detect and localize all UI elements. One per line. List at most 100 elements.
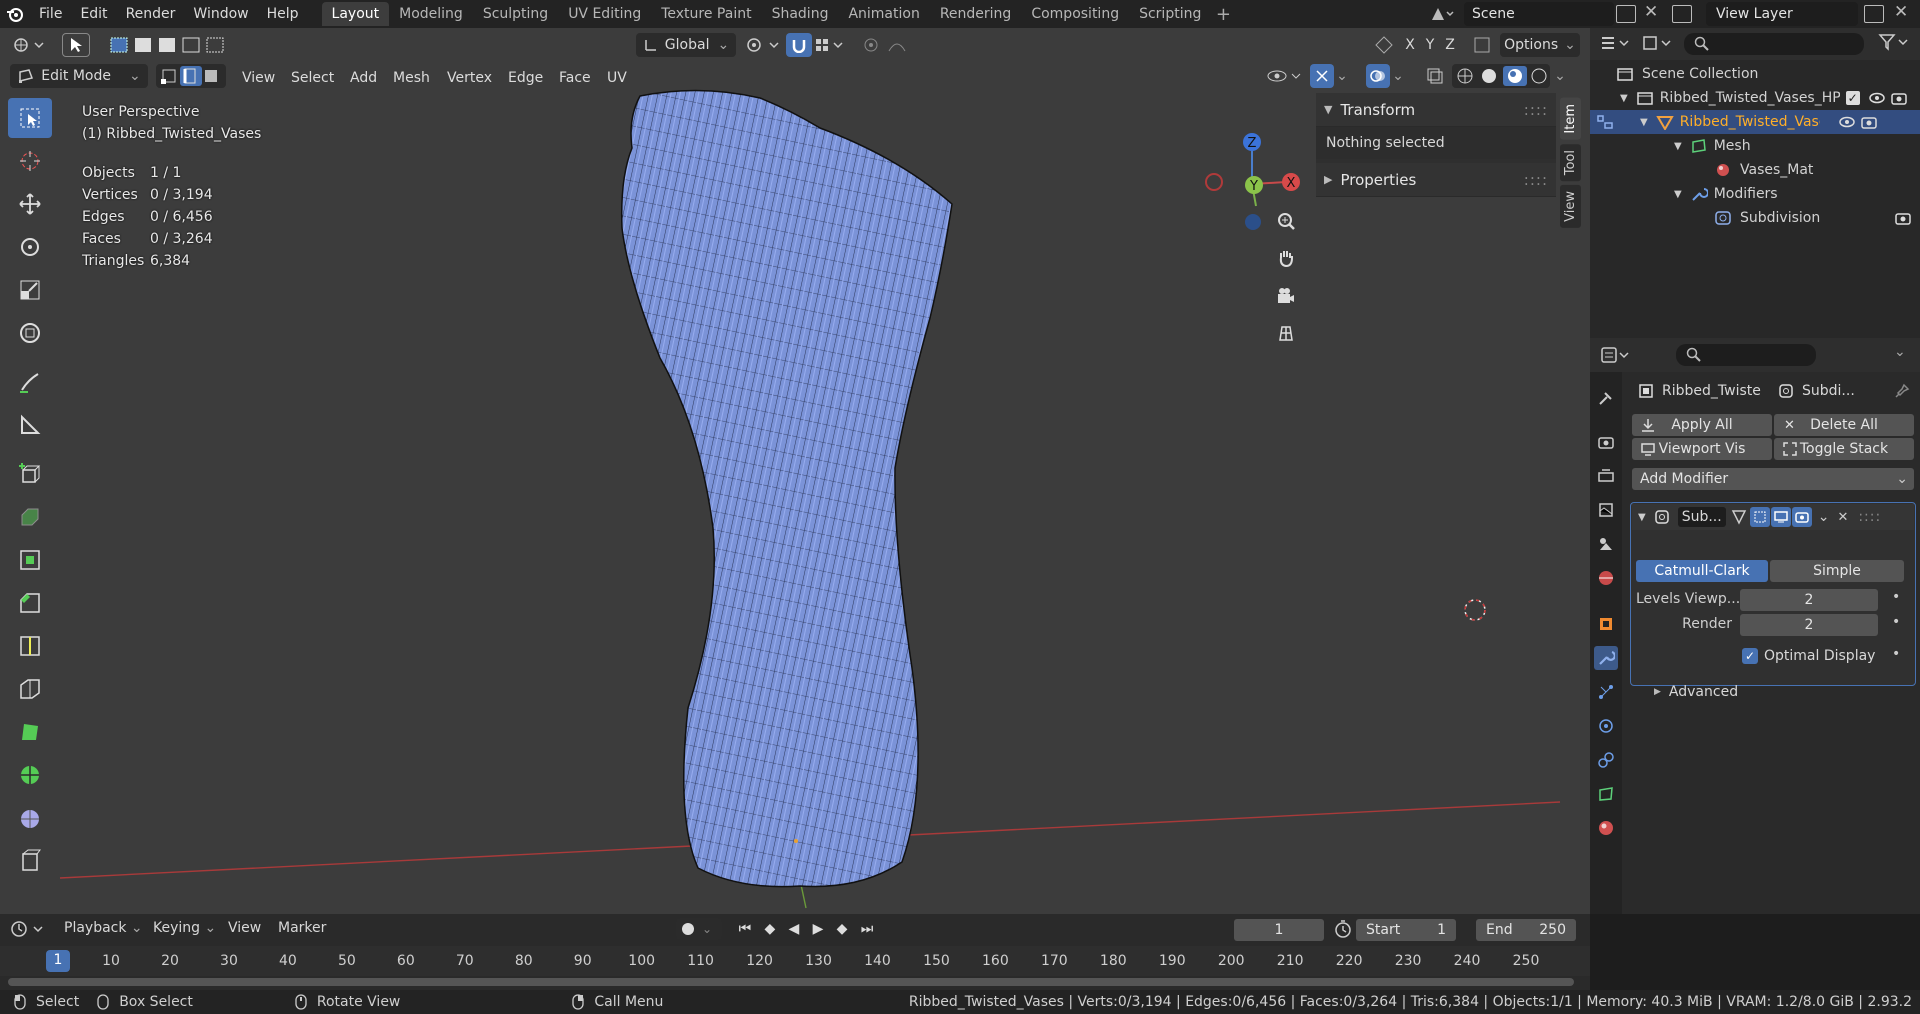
chevron-down-icon[interactable]: ▼ <box>1674 141 1682 152</box>
physics-tab-icon[interactable] <box>1594 714 1618 738</box>
outliner-row-object[interactable]: ▼ Ribbed_Twisted_Vases <box>1590 110 1920 134</box>
menu-marker[interactable]: Marker <box>278 920 326 936</box>
edit-mode-toggle-icon[interactable] <box>1596 114 1614 130</box>
remove-view-layer-icon[interactable]: ✕ <box>1894 2 1908 22</box>
cursor-tool-icon[interactable] <box>8 141 52 181</box>
menu-window[interactable]: Window <box>184 0 257 28</box>
viewport-vis-button[interactable]: Viewport Vis <box>1632 438 1772 460</box>
tab-rendering[interactable]: Rendering <box>930 2 1022 26</box>
measure-tool-icon[interactable] <box>8 405 52 445</box>
tab-compositing[interactable]: Compositing <box>1021 2 1129 26</box>
tab-sculpting[interactable]: Sculpting <box>473 2 558 26</box>
knife-tool-icon[interactable] <box>8 669 52 709</box>
pan-hand-icon[interactable] <box>1270 242 1302 274</box>
eye-icon[interactable] <box>1838 115 1856 129</box>
tab-animation[interactable]: Animation <box>838 2 929 26</box>
modifiers-tab-icon[interactable] <box>1594 646 1618 670</box>
prev-keyframe-icon[interactable]: ◆ <box>765 921 776 937</box>
outliner-row-collection[interactable]: ▼ Ribbed_Twisted_Vases_HP ✓ <box>1590 86 1920 110</box>
optimal-display-checkbox[interactable]: ✓ <box>1742 648 1758 664</box>
3d-viewport[interactable]: Global ⌄ X Y Z Options ⌄ Edit Mode ⌄ Vie… <box>0 28 1590 914</box>
delete-all-button[interactable]: ✕ Delete All <box>1774 414 1914 436</box>
smooth-tool-icon[interactable] <box>8 798 52 838</box>
camera-icon[interactable] <box>1890 91 1908 105</box>
camera-icon[interactable] <box>1860 115 1878 129</box>
scale-tool-icon[interactable] <box>8 270 52 310</box>
scene-tab-icon[interactable] <box>1594 532 1618 556</box>
jump-end-icon[interactable]: ⏭ <box>861 921 874 937</box>
properties-panel-header[interactable]: ▶ Properties :::: <box>1316 163 1556 197</box>
menu-edit[interactable]: Edit <box>71 0 116 28</box>
extrude-tool-icon[interactable] <box>8 497 52 537</box>
keyframe-dot-icon[interactable]: • <box>1892 614 1900 630</box>
add-workspace-icon[interactable]: + <box>1211 4 1235 25</box>
chevron-down-icon[interactable]: ▼ <box>1640 117 1648 128</box>
camera-icon[interactable] <box>1894 211 1912 225</box>
loop-cut-tool-icon[interactable] <box>8 626 52 666</box>
outliner-row-scene-collection[interactable]: Scene Collection <box>1590 62 1920 86</box>
menu-view[interactable]: View <box>228 920 261 936</box>
constraints-tab-icon[interactable] <box>1594 748 1618 772</box>
add-cube-tool-icon[interactable] <box>8 454 52 494</box>
tab-item[interactable]: Item <box>1560 98 1581 140</box>
zoom-icon[interactable] <box>1270 206 1302 238</box>
menu-keying[interactable]: Keying ⌄ <box>153 920 216 936</box>
filter-icon[interactable] <box>1878 33 1912 55</box>
keyframe-dot-icon[interactable]: • <box>1892 589 1900 605</box>
exclude-checkbox[interactable]: ✓ <box>1845 91 1860 105</box>
view-layer-field[interactable]: View Layer <box>1706 2 1858 26</box>
simple-button[interactable]: Simple <box>1770 560 1904 582</box>
tab-texture-paint[interactable]: Texture Paint <box>651 2 761 26</box>
menu-help[interactable]: Help <box>258 0 308 28</box>
on-cage-icon[interactable] <box>1730 508 1748 526</box>
optimal-display-checkbox-row[interactable]: ✓ Optimal Display <box>1742 648 1875 664</box>
new-scene-icon[interactable] <box>1616 5 1636 23</box>
data-tab-icon[interactable] <box>1594 782 1618 806</box>
stopwatch-icon[interactable] <box>1334 920 1352 942</box>
remove-modifier-icon[interactable]: ✕ <box>1837 510 1848 525</box>
outliner-editor-type-icon[interactable] <box>1600 35 1634 55</box>
tab-scripting[interactable]: Scripting <box>1129 2 1211 26</box>
rotate-tool-icon[interactable] <box>8 227 52 267</box>
outliner-row-material[interactable]: Vases_Mat <box>1590 158 1920 182</box>
tab-layout[interactable]: Layout <box>321 2 390 26</box>
apply-all-button[interactable]: Apply All <box>1632 414 1772 436</box>
object-tab-icon[interactable] <box>1594 612 1618 636</box>
edge-slide-tool-icon[interactable] <box>8 841 52 881</box>
levels-viewport-field[interactable]: 2 <box>1740 589 1878 611</box>
timeline-scrollbar[interactable] <box>8 978 1574 986</box>
timeline-editor-type-icon[interactable] <box>10 920 48 942</box>
drag-handle-icon[interactable]: :::: <box>1858 509 1881 525</box>
scene-field[interactable]: Scene <box>1464 2 1614 26</box>
outliner-row-subdivision[interactable]: Subdivision <box>1590 206 1920 230</box>
show-render-icon[interactable] <box>1791 507 1812 527</box>
start-frame-field[interactable]: Start 1 <box>1356 919 1456 941</box>
bevel-tool-icon[interactable] <box>8 583 52 623</box>
properties-editor-type-icon[interactable] <box>1600 346 1634 368</box>
move-tool-icon[interactable] <box>8 184 52 224</box>
chevron-down-icon[interactable]: ▼ <box>1674 189 1682 200</box>
chevron-down-icon[interactable]: ⌄ <box>1818 509 1830 525</box>
outliner-row-mesh[interactable]: ▼ Mesh <box>1590 134 1920 158</box>
drag-handle-icon[interactable]: :::: <box>1524 101 1548 119</box>
tab-tool[interactable]: Tool <box>1560 143 1581 181</box>
jump-start-icon[interactable]: ⏮ <box>739 921 752 937</box>
tool-tab-icon[interactable] <box>1594 386 1618 410</box>
menu-render[interactable]: Render <box>117 0 185 28</box>
next-keyframe-icon[interactable]: ◆ <box>837 921 848 937</box>
render-levels-field[interactable]: 2 <box>1740 614 1878 636</box>
properties-search-input[interactable] <box>1676 344 1816 366</box>
end-frame-field[interactable]: End 250 <box>1476 919 1576 941</box>
play-icon[interactable]: ▶ <box>813 921 824 937</box>
view-layer-icon[interactable] <box>1672 5 1692 23</box>
catmull-clark-button[interactable]: Catmull-Clark <box>1636 560 1768 582</box>
new-view-layer-icon[interactable] <box>1864 5 1884 23</box>
display-mode-icon[interactable] <box>1642 35 1676 55</box>
menu-file[interactable]: File <box>30 0 71 28</box>
remove-scene-icon[interactable]: ✕ <box>1644 2 1658 22</box>
spin-tool-icon[interactable] <box>8 755 52 795</box>
chevron-down-icon[interactable]: ⌄ <box>1894 344 1906 360</box>
camera-view-icon[interactable] <box>1270 280 1302 312</box>
transform-panel-header[interactable]: ▼ Transform :::: <box>1316 93 1556 127</box>
add-modifier-dropdown[interactable]: Add Modifier ⌄ <box>1632 468 1914 490</box>
